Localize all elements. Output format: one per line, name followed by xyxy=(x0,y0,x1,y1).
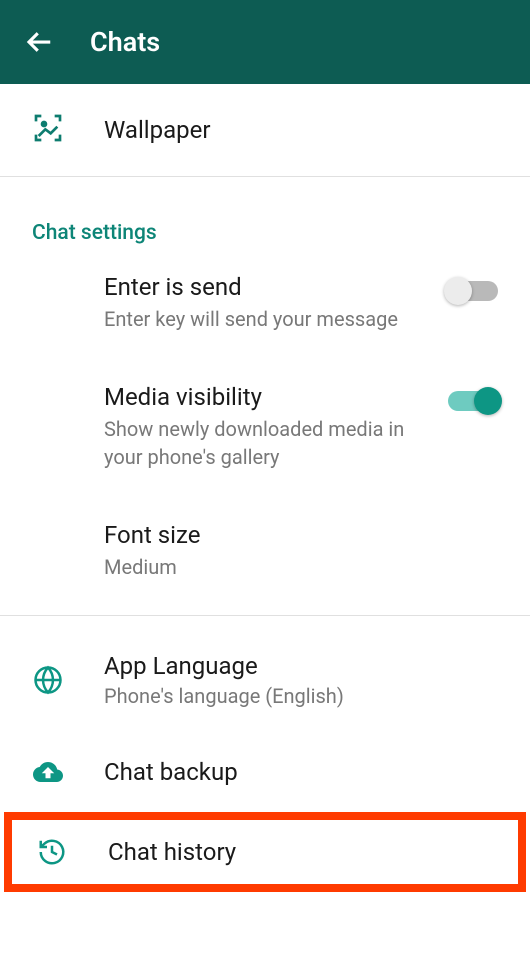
setting-enter-is-send[interactable]: Enter is send Enter key will send your m… xyxy=(0,253,530,353)
back-arrow-icon[interactable] xyxy=(24,27,54,57)
wallpaper-label: Wallpaper xyxy=(104,116,211,144)
cloud-upload-icon xyxy=(32,756,64,788)
toggle-media-visibility[interactable] xyxy=(448,391,498,411)
history-icon xyxy=(36,836,68,868)
setting-media-visibility[interactable]: Media visibility Show newly downloaded m… xyxy=(0,353,530,491)
page-title: Chats xyxy=(90,26,160,58)
setting-title: Font size xyxy=(104,521,486,549)
app-header: Chats xyxy=(0,0,530,84)
chat-backup-row[interactable]: Chat backup xyxy=(0,732,530,812)
setting-subtitle: Enter key will send your message xyxy=(104,305,436,333)
setting-subtitle: Show newly downloaded media in your phon… xyxy=(104,415,436,471)
wallpaper-row[interactable]: Wallpaper xyxy=(0,84,530,176)
section-header-chat-settings: Chat settings xyxy=(0,177,530,253)
app-language-subtitle: Phone's language (English) xyxy=(104,684,498,708)
setting-title: Media visibility xyxy=(104,383,436,411)
chat-history-title: Chat history xyxy=(108,838,494,866)
chat-history-row[interactable]: Chat history xyxy=(4,812,526,892)
setting-title: Enter is send xyxy=(104,273,436,301)
setting-font-size[interactable]: Font size Medium xyxy=(0,491,530,615)
setting-value: Medium xyxy=(104,553,486,581)
app-language-row[interactable]: App Language Phone's language (English) xyxy=(0,616,530,732)
app-language-title: App Language xyxy=(104,652,498,680)
globe-icon xyxy=(32,664,64,696)
wallpaper-icon xyxy=(32,112,64,148)
chat-backup-title: Chat backup xyxy=(104,758,498,786)
toggle-enter-send[interactable] xyxy=(448,281,498,301)
